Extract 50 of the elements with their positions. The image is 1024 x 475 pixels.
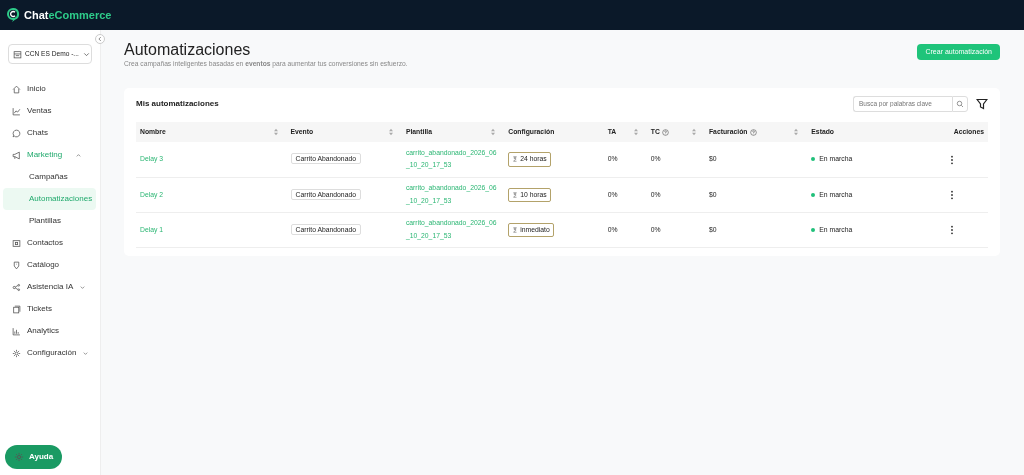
- line-chart-icon: [12, 106, 21, 116]
- sort-icon[interactable]: [793, 128, 800, 137]
- hourglass-icon: [512, 226, 519, 233]
- contact-card-icon: [12, 238, 21, 248]
- search-icon: [956, 100, 964, 109]
- logo-icon: [6, 7, 20, 23]
- home-icon: [12, 84, 21, 94]
- sort-icon[interactable]: [490, 128, 497, 137]
- sidebar-item[interactable]: Inicio: [0, 78, 100, 100]
- sidebar-item[interactable]: Ventas: [0, 100, 100, 122]
- sidebar-item[interactable]: Tickets: [0, 298, 100, 320]
- sort-icon[interactable]: [632, 128, 639, 137]
- page-title: Automatizaciones: [124, 40, 252, 60]
- chat-bubble-icon: [12, 128, 21, 138]
- help-icon: [749, 128, 757, 136]
- chevron-down-icon: [79, 283, 87, 291]
- more-options-icon[interactable]: [950, 224, 954, 235]
- collapse-button[interactable]: [95, 34, 105, 44]
- sidebar-subitem[interactable]: Campañas: [3, 166, 96, 188]
- store-icon: [13, 49, 22, 59]
- gear-icon: [14, 452, 24, 462]
- more-options-icon[interactable]: [950, 189, 954, 200]
- tag-icon: [12, 260, 21, 270]
- help-button[interactable]: Ayuda: [5, 445, 63, 469]
- hourglass-icon: [512, 156, 519, 163]
- search-button[interactable]: [952, 96, 968, 113]
- sort-icon[interactable]: [690, 128, 697, 137]
- filter-icon[interactable]: [976, 98, 988, 111]
- help-icon: [661, 128, 669, 136]
- chevron-down-icon: [82, 349, 90, 357]
- brand-name: ChateCommerce: [24, 7, 112, 23]
- sidebar-item[interactable]: Asistencia IA: [0, 276, 100, 298]
- chevron-left-icon: [97, 36, 103, 42]
- sidebar-item[interactable]: Catálogo: [0, 254, 100, 276]
- sort-icon[interactable]: [272, 128, 279, 137]
- sidebar-item[interactable]: Chats: [0, 122, 100, 144]
- card-title: Mis automatizaciones: [136, 98, 219, 111]
- chevron-up-icon: [75, 151, 82, 159]
- sidebar-item[interactable]: Analytics: [0, 320, 100, 342]
- ticket-icon: [12, 304, 21, 314]
- sidebar-item[interactable]: Configuración: [0, 342, 100, 364]
- sidebar-subitem[interactable]: Plantillas: [3, 210, 96, 232]
- sidebar-item[interactable]: Contactos: [0, 232, 100, 254]
- sort-icon[interactable]: [387, 128, 394, 137]
- gear-icon: [12, 348, 21, 358]
- more-options-icon[interactable]: [950, 154, 954, 165]
- hourglass-icon: [512, 191, 519, 198]
- bar-chart-icon: [12, 326, 21, 336]
- megaphone-icon: [12, 150, 21, 160]
- nodes-icon: [12, 282, 21, 292]
